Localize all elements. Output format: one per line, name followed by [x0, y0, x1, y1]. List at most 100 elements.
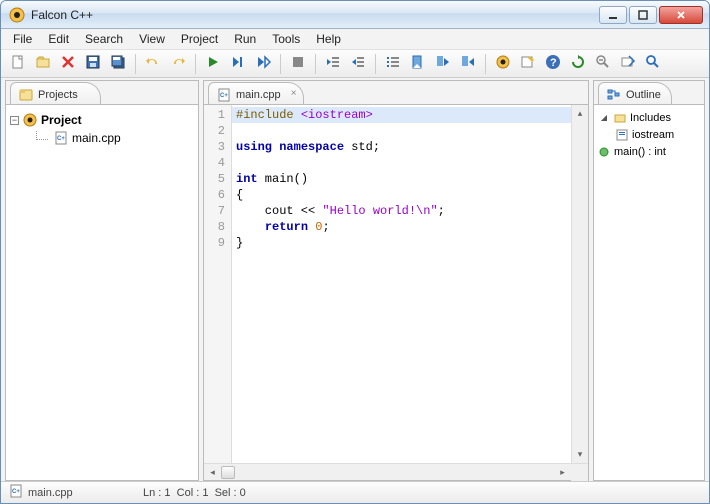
delete-file-button[interactable] — [57, 53, 79, 75]
refresh-button[interactable] — [567, 53, 589, 75]
header-icon — [616, 129, 628, 141]
bookmark-toggle-icon — [410, 54, 426, 73]
scroll-thumb[interactable] — [221, 466, 235, 479]
menu-help[interactable]: Help — [308, 30, 349, 48]
bookmark-toggle-button[interactable] — [407, 53, 429, 75]
settings-icon — [495, 54, 511, 73]
open-file-icon — [35, 54, 51, 73]
code-line[interactable]: int main() — [232, 171, 571, 187]
insert-icon — [520, 54, 536, 73]
code-line[interactable]: using namespace std; — [232, 139, 571, 155]
tab-close-icon[interactable]: × — [291, 88, 297, 99]
zoom-out-button[interactable] — [592, 53, 614, 75]
bookmark-next-button[interactable] — [457, 53, 479, 75]
redo-button[interactable] — [167, 53, 189, 75]
scroll-right-icon[interactable]: ▸ — [554, 467, 571, 478]
find-icon — [645, 54, 661, 73]
refresh-icon — [570, 54, 586, 73]
new-file-button[interactable] — [7, 53, 29, 75]
tab-projects[interactable]: Projects — [10, 82, 101, 104]
horizontal-scrollbar[interactable]: ◂ ▸ — [204, 463, 588, 480]
code-line[interactable]: { — [232, 187, 571, 203]
tab-editor[interactable]: C+ main.cpp × — [208, 82, 304, 104]
outdent-icon — [325, 54, 341, 73]
run-icon — [205, 54, 221, 73]
code-line[interactable] — [232, 123, 571, 139]
outline-item[interactable]: ◢ Includes — [598, 109, 700, 126]
expand-icon[interactable]: ◢ — [598, 112, 610, 124]
code-area[interactable]: #include <iostream> using namespace std; i… — [232, 105, 571, 463]
code-line[interactable] — [232, 155, 571, 171]
code-line[interactable]: return 0; — [232, 219, 571, 235]
goto-button[interactable] — [617, 53, 639, 75]
tab-outline[interactable]: Outline — [598, 82, 672, 104]
bookmark-prev-button[interactable] — [432, 53, 454, 75]
menu-view[interactable]: View — [131, 30, 173, 48]
projects-icon — [19, 88, 33, 102]
save-all-button[interactable] — [107, 53, 129, 75]
outline-label: iostream — [632, 129, 674, 141]
cpp-file-icon: C+ — [54, 131, 68, 145]
run-button[interactable] — [202, 53, 224, 75]
list-button[interactable] — [382, 53, 404, 75]
code-line[interactable]: } — [232, 235, 571, 251]
scroll-down-icon[interactable]: ▾ — [572, 446, 588, 463]
undo-button[interactable] — [142, 53, 164, 75]
menu-run[interactable]: Run — [226, 30, 264, 48]
help-icon: ? — [545, 54, 561, 73]
step-to-cursor-icon — [255, 54, 271, 73]
zoom-out-icon — [595, 54, 611, 73]
menubar: FileEditSearchViewProjectRunToolsHelp — [1, 29, 709, 50]
bookmark-prev-icon — [435, 54, 451, 73]
indent-icon — [350, 54, 366, 73]
outline-item[interactable]: main() : int — [598, 143, 700, 160]
project-name: Project — [41, 113, 82, 127]
vertical-scrollbar[interactable]: ▴ ▾ — [571, 105, 588, 463]
statusbar: C+ main.cpp Ln : 1 Col : 1 Sel : 0 — [1, 481, 709, 503]
tab-label: main.cpp — [236, 89, 281, 101]
outline-label: Includes — [630, 112, 671, 124]
code-line[interactable]: cout << "Hello world!\n"; — [232, 203, 571, 219]
collapse-icon[interactable]: − — [10, 116, 19, 125]
stop-button[interactable] — [287, 53, 309, 75]
settings-button[interactable] — [492, 53, 514, 75]
save-button[interactable] — [82, 53, 104, 75]
cpp-file-icon: C+ — [217, 88, 231, 102]
help-button[interactable]: ? — [542, 53, 564, 75]
menu-tools[interactable]: Tools — [264, 30, 308, 48]
outdent-button[interactable] — [322, 53, 344, 75]
project-icon — [23, 113, 37, 127]
project-root[interactable]: − Project — [10, 111, 194, 129]
line-gutter: 123456789 — [204, 105, 232, 463]
close-button[interactable] — [659, 6, 703, 24]
outline-tree[interactable]: ◢ Includes iostream main() : int — [594, 105, 704, 480]
step-to-cursor-button[interactable] — [252, 53, 274, 75]
open-file-button[interactable] — [32, 53, 54, 75]
toolbar: ? — [1, 50, 709, 78]
menu-file[interactable]: File — [5, 30, 40, 48]
outline-icon — [607, 88, 621, 102]
outline-item[interactable]: iostream — [598, 126, 700, 143]
list-icon — [385, 54, 401, 73]
step-over-button[interactable] — [227, 53, 249, 75]
menu-edit[interactable]: Edit — [40, 30, 77, 48]
scroll-up-icon[interactable]: ▴ — [572, 105, 588, 122]
projects-tree[interactable]: − Project C+ main.cpp — [6, 105, 198, 480]
outline-panel: Outline ◢ Includes iostream main() : int — [593, 80, 705, 481]
indent-button[interactable] — [347, 53, 369, 75]
outline-label: main() : int — [614, 146, 666, 158]
menu-project[interactable]: Project — [173, 30, 226, 48]
minimize-button[interactable] — [599, 6, 627, 24]
find-button[interactable] — [642, 53, 664, 75]
project-file[interactable]: C+ main.cpp — [10, 129, 194, 147]
func-icon — [598, 146, 610, 158]
code-line[interactable]: #include <iostream> — [232, 107, 571, 123]
insert-button[interactable] — [517, 53, 539, 75]
menu-search[interactable]: Search — [77, 30, 131, 48]
goto-icon — [620, 54, 636, 73]
scroll-left-icon[interactable]: ◂ — [204, 467, 221, 478]
step-over-icon — [230, 54, 246, 73]
undo-icon — [145, 54, 161, 73]
maximize-button[interactable] — [629, 6, 657, 24]
window-title: Falcon C++ — [31, 8, 599, 22]
